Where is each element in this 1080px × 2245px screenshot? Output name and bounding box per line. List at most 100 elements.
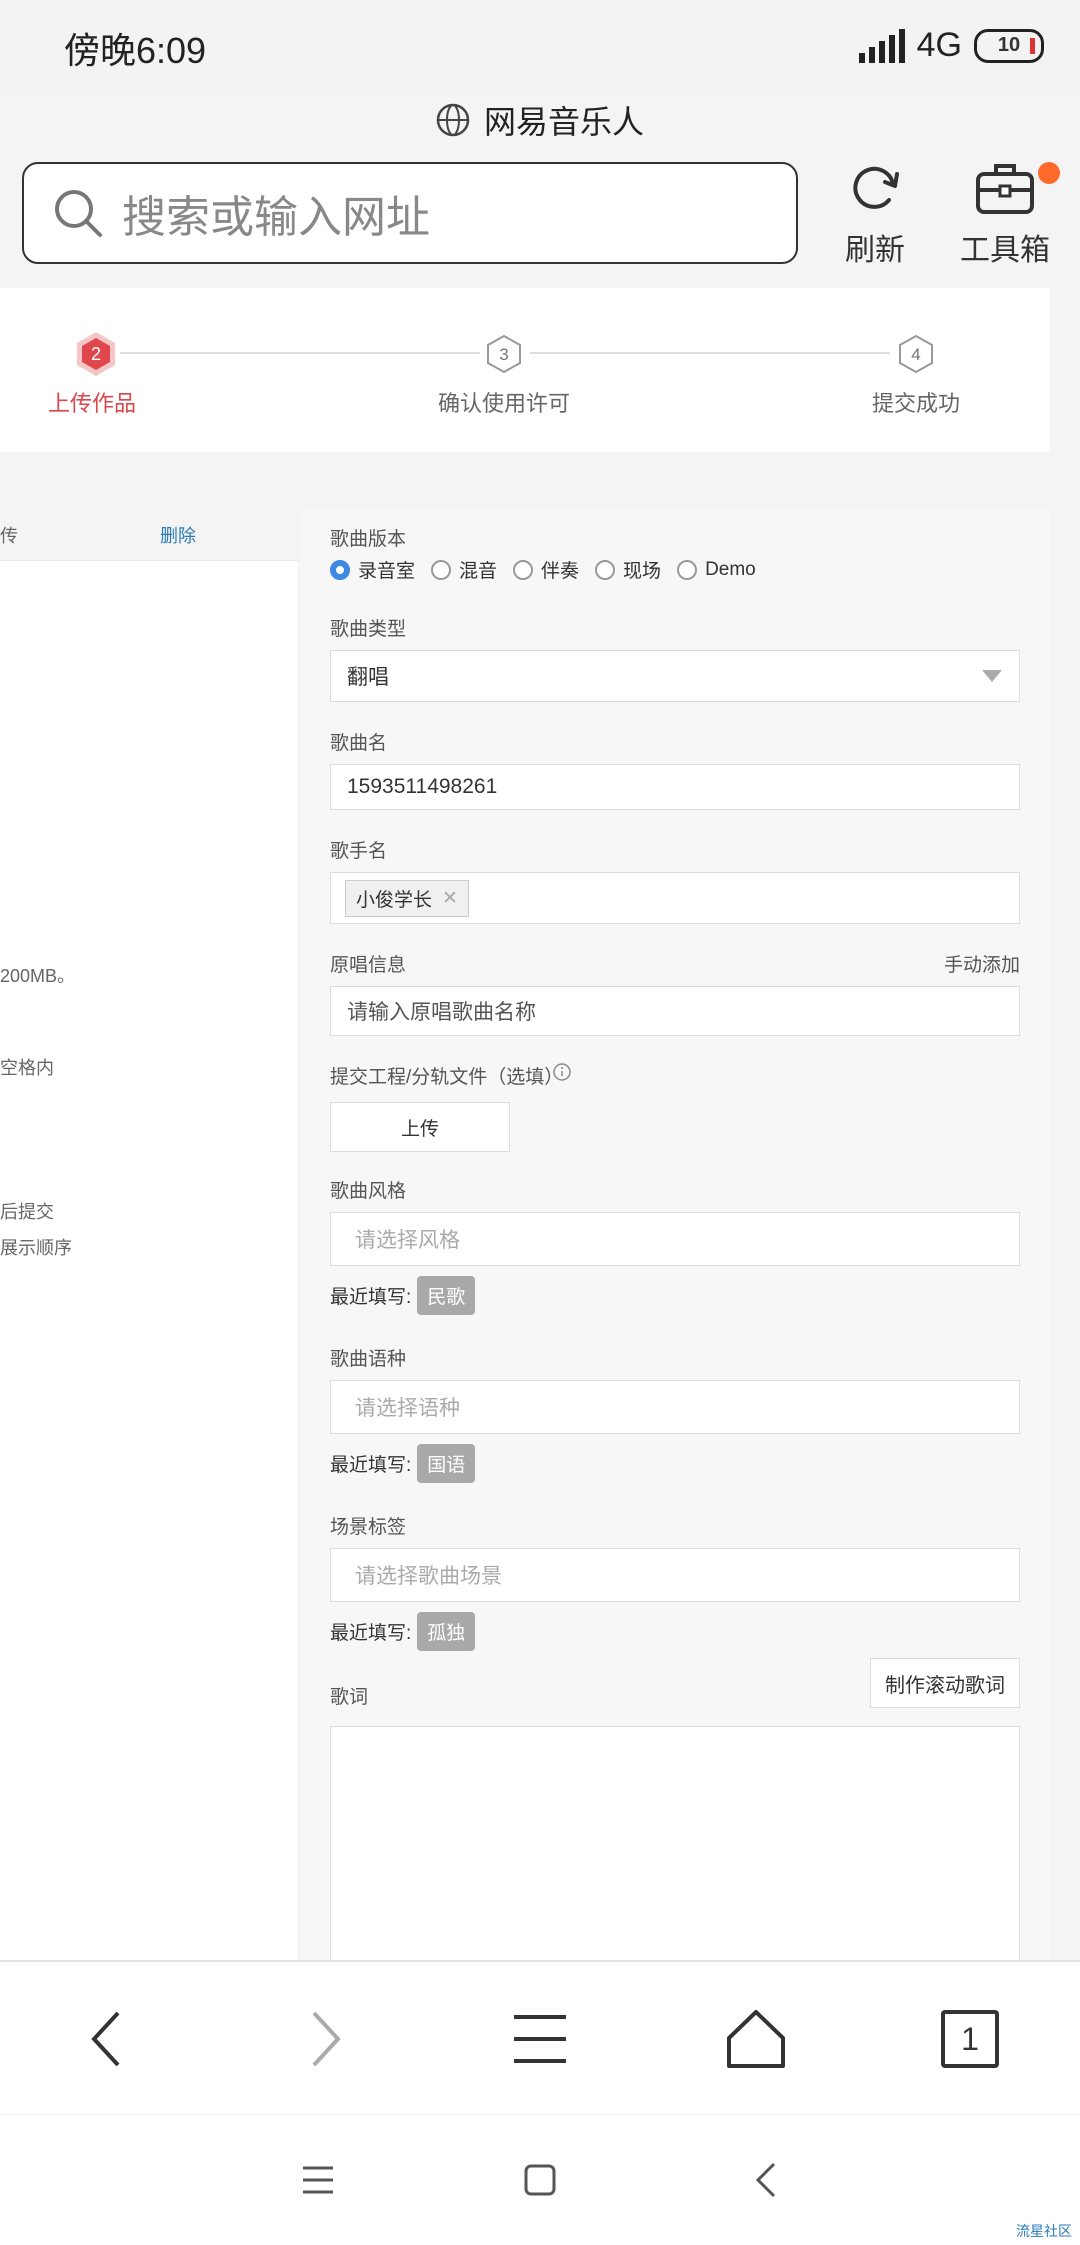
upload-button[interactable]: 上传 [330,1102,510,1152]
manual-add-link[interactable]: 手动添加 [944,950,1020,977]
tab-count: 1 [941,2010,999,2068]
version-radio-group: 录音室 混音 伴奏 现场 Demo [330,556,772,583]
system-nav-bar: 流星社区 [0,2114,1080,2245]
original-song-input[interactable]: 请输入原唱歌曲名称 [330,986,1020,1036]
style-placeholder: 请选择风格 [355,1229,460,1252]
system-home-button[interactable] [490,2115,590,2245]
lyrics-textarea[interactable] [330,1726,1020,1960]
artist-input[interactable]: 小俊学长 ✕ [330,872,1020,924]
back-button[interactable] [36,1962,176,2116]
scene-recent-tag[interactable]: 孤独 [417,1612,476,1651]
system-menu-button[interactable] [268,2115,368,2245]
left-panel-header: 传 删除 [0,510,298,561]
left-note-2: 空格内 [0,1058,54,1078]
artist-tag: 小俊学长 ✕ [345,879,469,917]
scene-recent-label: 最近填写: [330,1623,412,1644]
radio-accompaniment[interactable]: 伴奏 [513,556,579,583]
battery-icon: 10 [974,28,1044,63]
style-recent-tag[interactable]: 民歌 [417,1276,476,1315]
radio-live-label: 现场 [623,561,662,582]
scene-select[interactable]: 请选择歌曲场景 [330,1548,1020,1602]
style-recent-label: 最近填写: [330,1287,412,1308]
steps-panel: 2 上传作品 3 确认使用许可 4 提交成功 [0,288,1050,452]
radio-studio-label: 录音室 [358,561,416,582]
language-select[interactable]: 请选择语种 [330,1380,1020,1434]
watermark: 流星社区 [1016,2223,1072,2239]
step-2-label: 上传作品 [47,391,136,416]
step-connector [530,352,890,354]
step-2-number: 2 [91,344,101,364]
web-content: 2 上传作品 3 确认使用许可 4 提交成功 传 删除 200MB。 空格内 后… [0,288,1080,1960]
original-song-placeholder: 请输入原唱歌曲名称 [347,1001,536,1024]
language-recent-tag[interactable]: 国语 [417,1444,476,1483]
radio-live-dot [595,559,616,580]
toolbox-icon [976,164,1034,214]
home-icon [727,2010,785,2068]
menu-button[interactable] [470,1962,610,2116]
delete-link[interactable]: 删除 [160,522,196,548]
status-time: 傍晚6:09 [64,30,207,71]
radio-demo-dot [677,559,698,580]
step-2-icon: 2 [72,330,120,383]
forward-arrow-icon [312,2011,341,2067]
step-4-icon: 4 [894,332,938,381]
info-icon[interactable] [552,1062,572,1082]
lyrics-label: 歌词 [330,1687,369,1708]
left-note-1: 200MB。 [0,966,76,986]
style-select[interactable]: 请选择风格 [330,1212,1020,1266]
radio-remix[interactable]: 混音 [431,556,497,583]
radio-remix-label: 混音 [459,561,498,582]
toolbox-label: 工具箱 [960,234,1050,267]
network-label: 4G [916,26,962,64]
step-4-label: 提交成功 [871,391,960,416]
refresh-button[interactable]: 刷新 [830,160,920,269]
radio-accompaniment-dot [513,559,534,580]
step-3-icon: 3 [482,332,526,381]
scene-recent: 最近填写: 孤独 [330,1612,476,1651]
home-button[interactable] [686,1962,826,2116]
artist-label: 歌手名 [330,841,388,862]
search-icon [55,190,102,237]
left-note-4: 展示顺序 [0,1238,72,1258]
system-home-icon [524,2164,556,2196]
scene-placeholder: 请选择歌曲场景 [355,1565,502,1588]
radio-live[interactable]: 现场 [595,556,661,583]
project-file-label: 提交工程/分轨文件（选填） [330,1067,564,1088]
language-recent: 最近填写: 国语 [330,1444,476,1483]
radio-studio[interactable]: 录音室 [330,556,415,583]
language-recent-label: 最近填写: [330,1455,412,1476]
remove-artist-icon[interactable]: ✕ [442,887,458,910]
step-4-number: 4 [911,345,920,364]
style-recent: 最近填写: 民歌 [330,1276,476,1315]
song-name-label: 歌曲名 [330,733,388,754]
signal-icon [858,28,905,63]
scroll-lyrics-button[interactable]: 制作滚动歌词 [870,1658,1020,1708]
language-label: 歌曲语种 [330,1349,407,1370]
search-placeholder: 搜索或输入网址 [122,193,430,242]
version-label: 歌曲版本 [330,529,407,550]
left-panel: 传 删除 200MB。 空格内 后提交 展示顺序 [0,510,298,1960]
radio-demo-label: Demo [705,558,756,580]
refresh-icon [853,166,899,209]
tabs-button[interactable]: 1 [900,1962,1040,2116]
back-arrow-icon [91,2011,120,2067]
scene-label: 场景标签 [330,1517,407,1538]
song-name-value: 1593511498261 [347,775,498,798]
system-back-button[interactable] [716,2115,816,2245]
song-type-select[interactable]: 翻唱 [330,650,1020,702]
dropdown-arrow-icon [982,670,1002,682]
upload-header-text: 传 [0,526,18,546]
radio-accompaniment-label: 伴奏 [541,561,580,582]
radio-demo[interactable]: Demo [677,556,756,583]
notification-dot [1038,162,1060,184]
page-title: 网易音乐人 [483,104,644,140]
song-name-input[interactable]: 1593511498261 [330,764,1020,810]
style-label: 歌曲风格 [330,1181,407,1202]
browser-nav-bar: 1 [0,1960,1080,2116]
artist-tag-label: 小俊学长 [356,889,433,911]
step-connector [120,352,480,354]
forward-button[interactable] [256,1962,396,2116]
step-3-number: 3 [499,345,508,364]
status-bar: 傍晚6:09 4G 10 [0,0,1080,90]
search-input[interactable]: 搜索或输入网址 [22,162,798,264]
